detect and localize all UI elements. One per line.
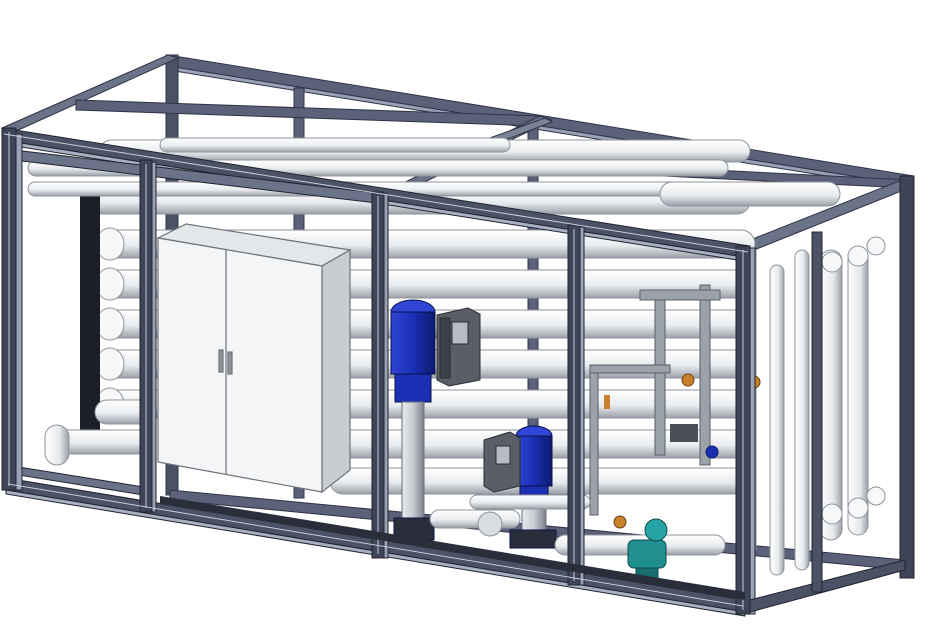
flow-meter [627,518,668,579]
vfd-small [483,431,521,493]
vessel-rack-shadow [80,195,100,435]
vfd-large [436,307,481,387]
skid-illustration [0,54,915,617]
pump-large [390,299,436,541]
electrical-cabinet [156,223,352,494]
inlet-pipe [44,399,156,466]
